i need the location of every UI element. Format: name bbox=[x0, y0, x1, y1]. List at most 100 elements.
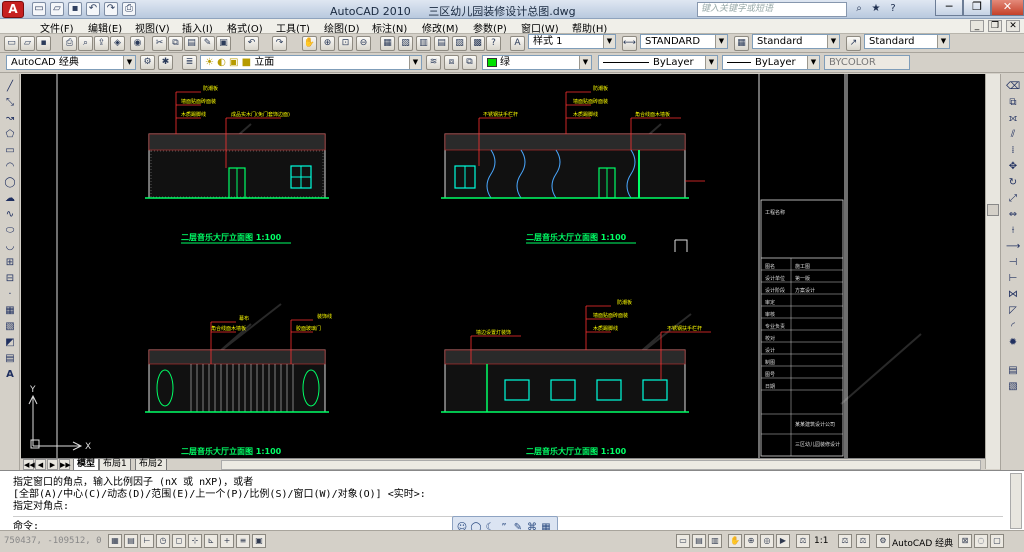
extend-icon[interactable]: ⟶ bbox=[1006, 240, 1020, 254]
menu-edit[interactable]: 编辑(E) bbox=[88, 20, 122, 35]
close-button[interactable]: ✕ bbox=[991, 0, 1024, 16]
fillet-icon[interactable]: ◜ bbox=[1006, 320, 1020, 334]
help-icon[interactable]: ? bbox=[486, 36, 501, 51]
table-style-icon[interactable]: ▦ bbox=[734, 36, 749, 51]
menu-parametric[interactable]: 参数(P) bbox=[473, 20, 507, 35]
scale-icon[interactable]: ⤢ bbox=[1006, 192, 1020, 206]
doc-restore-button[interactable]: ❐ bbox=[988, 20, 1002, 32]
copy-icon[interactable]: ⧉ bbox=[168, 36, 183, 51]
ducs-icon[interactable]: ⊾ bbox=[204, 534, 218, 548]
dim-style-icon[interactable]: ⟷ bbox=[622, 36, 637, 51]
explode-icon[interactable]: ✹ bbox=[1006, 336, 1020, 350]
mirror-icon[interactable]: ⟗ bbox=[1006, 112, 1020, 126]
text-style-icon[interactable]: A bbox=[510, 36, 525, 51]
spline-icon[interactable]: ∿ bbox=[3, 208, 17, 222]
annotation-visibility-icon[interactable]: ⚖ bbox=[838, 534, 852, 548]
open-icon[interactable]: ▱ bbox=[50, 2, 64, 16]
ellipse-icon[interactable]: ⬭ bbox=[3, 224, 17, 238]
multiline-text-icon[interactable]: A bbox=[3, 368, 17, 382]
properties-icon[interactable]: ▦ bbox=[380, 36, 395, 51]
quick-view-layouts-icon[interactable]: ▤ bbox=[692, 534, 706, 548]
snap-icon[interactable]: ▦ bbox=[108, 534, 122, 548]
help-search-input[interactable]: 键入关键字或短语 bbox=[697, 2, 847, 17]
command-scrollbar[interactable] bbox=[1010, 473, 1022, 529]
polyline-icon[interactable]: ↝ bbox=[3, 112, 17, 126]
publish-icon[interactable]: ⇪ bbox=[94, 36, 109, 51]
plot-icon[interactable]: ⎙ bbox=[122, 2, 136, 16]
osnap-icon[interactable]: ◻ bbox=[172, 534, 186, 548]
cut-icon[interactable]: ✂ bbox=[152, 36, 167, 51]
minimize-button[interactable]: ─ bbox=[935, 0, 963, 16]
otrack-icon[interactable]: ⊹ bbox=[188, 534, 202, 548]
application-menu-button[interactable]: A bbox=[2, 1, 24, 18]
workspace-combo[interactable]: AutoCAD 经典 ▼ bbox=[6, 55, 136, 70]
quick-properties-icon[interactable]: ▣ bbox=[252, 534, 266, 548]
last-tab-icon[interactable]: ▶▶ bbox=[59, 459, 71, 470]
offset-icon[interactable]: ⫽ bbox=[1006, 128, 1020, 142]
menu-file[interactable]: 文件(F) bbox=[40, 20, 74, 35]
ellipse-arc-icon[interactable]: ◡ bbox=[3, 240, 17, 254]
annotation-scale-icon[interactable]: ⚖ bbox=[796, 534, 810, 548]
break-icon[interactable]: ⊢ bbox=[1006, 272, 1020, 286]
prev-tab-icon[interactable]: ◀ bbox=[35, 459, 46, 470]
layer-combo[interactable]: ☀ ◐ ▣ ■ 立面 ▼ bbox=[200, 55, 422, 70]
clean-screen-icon[interactable]: ▢ bbox=[990, 534, 1004, 548]
grid-icon[interactable]: ▤ bbox=[124, 534, 138, 548]
new-icon[interactable]: ▭ bbox=[4, 36, 19, 51]
open-icon[interactable]: ▱ bbox=[20, 36, 35, 51]
first-tab-icon[interactable]: ◀◀ bbox=[23, 459, 35, 470]
3d-dwf-icon[interactable]: ◈ bbox=[110, 36, 125, 51]
doc-close-button[interactable]: ✕ bbox=[1006, 20, 1020, 32]
workspace-status[interactable]: AutoCAD 经典 bbox=[892, 536, 953, 549]
revision-cloud-icon[interactable]: ☁ bbox=[3, 192, 17, 206]
quickcalc-icon[interactable]: ▩ bbox=[470, 36, 485, 51]
help-icon[interactable]: ? bbox=[886, 2, 900, 16]
doc-minimize-button[interactable]: _ bbox=[970, 20, 984, 32]
menu-format[interactable]: 格式(O) bbox=[227, 20, 263, 35]
mleader-style-combo[interactable]: Standard ▼ bbox=[864, 34, 950, 49]
sheet-set-icon[interactable]: ▤ bbox=[434, 36, 449, 51]
design-center-icon[interactable]: ▧ bbox=[398, 36, 413, 51]
save-icon[interactable]: ▪ bbox=[36, 36, 51, 51]
model-space-icon[interactable]: ▭ bbox=[676, 534, 690, 548]
layer-previous-icon[interactable]: ⧈ bbox=[444, 55, 459, 70]
binoculars-icon[interactable]: ⌕ bbox=[852, 2, 866, 16]
undo-icon[interactable]: ↶ bbox=[86, 2, 100, 16]
line-icon[interactable]: ╱ bbox=[3, 80, 17, 94]
menu-tools[interactable]: 工具(T) bbox=[276, 20, 310, 35]
showmotion-icon[interactable]: ▶ bbox=[776, 534, 790, 548]
star-icon[interactable]: ★ bbox=[869, 2, 883, 16]
break-at-point-icon[interactable]: ⊣ bbox=[1006, 256, 1020, 270]
text-style-combo[interactable]: 样式 1 ▼ bbox=[528, 34, 616, 49]
redo-icon[interactable]: ↷ bbox=[104, 2, 118, 16]
annotation-scale-value[interactable]: 1:1 bbox=[814, 536, 828, 546]
chamfer-icon[interactable]: ◸ bbox=[1006, 304, 1020, 318]
paste-icon[interactable]: ▤ bbox=[184, 36, 199, 51]
pan-icon[interactable]: ✋ bbox=[728, 534, 742, 548]
linetype-combo[interactable]: ByLayer ▼ bbox=[598, 55, 718, 70]
zoom-realtime-icon[interactable]: ⊕ bbox=[320, 36, 335, 51]
menu-window[interactable]: 窗口(W) bbox=[521, 20, 559, 35]
table-icon[interactable]: ▤ bbox=[3, 352, 17, 366]
make-layer-current-icon[interactable]: ≋ bbox=[426, 55, 441, 70]
save-icon[interactable]: ▪ bbox=[68, 2, 82, 16]
construction-line-icon[interactable]: ⤡ bbox=[3, 96, 17, 110]
array-icon[interactable]: ⁞ bbox=[1006, 144, 1020, 158]
ortho-icon[interactable]: ⊢ bbox=[140, 534, 154, 548]
new-icon[interactable]: ▭ bbox=[32, 2, 46, 16]
plot-preview-icon[interactable]: ⌕ bbox=[78, 36, 93, 51]
color-combo[interactable]: 绿 ▼ bbox=[482, 55, 592, 70]
insert-block-icon[interactable]: ⊞ bbox=[3, 256, 17, 270]
horizontal-scrollbar[interactable] bbox=[221, 460, 981, 470]
workspace-settings-icon[interactable]: ⚙ bbox=[140, 55, 155, 70]
hatch-icon[interactable]: ▦ bbox=[3, 304, 17, 318]
region-icon[interactable]: ▧ bbox=[1006, 380, 1020, 394]
menu-modify[interactable]: 修改(M) bbox=[422, 20, 458, 35]
arc-icon[interactable]: ◠ bbox=[3, 160, 17, 174]
isolate-icon[interactable]: ◌ bbox=[974, 534, 988, 548]
polygon-icon[interactable]: ⬠ bbox=[3, 128, 17, 142]
match-properties-icon[interactable]: ✎ bbox=[200, 36, 215, 51]
point-icon[interactable]: · bbox=[3, 288, 17, 302]
menu-dimension[interactable]: 标注(N) bbox=[372, 20, 407, 35]
zoom-icon[interactable]: ⊕ bbox=[744, 534, 758, 548]
